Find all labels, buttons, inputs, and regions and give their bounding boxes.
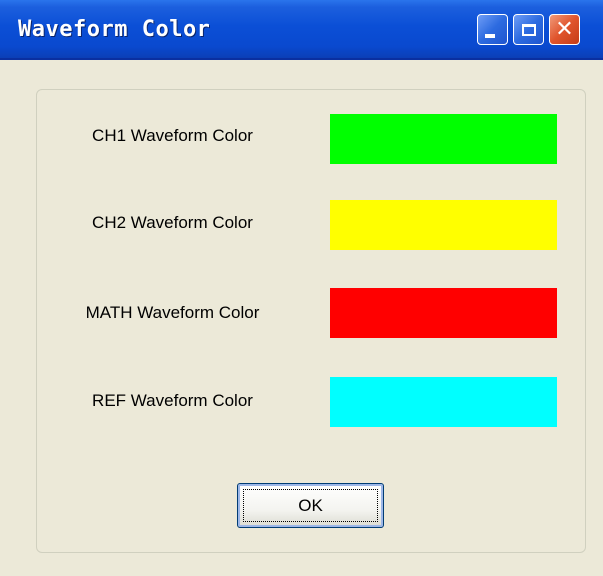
focus-rectangle [243,489,378,522]
ch2-color-swatch[interactable] [330,200,557,250]
ch1-color-swatch[interactable] [330,114,557,164]
window-title: Waveform Color [18,17,211,42]
maximize-button[interactable] [513,14,544,45]
waveform-color-dialog: Waveform Color ✕ CH1 Waveform Color CH2 … [0,0,603,576]
title-bar[interactable]: Waveform Color ✕ [0,0,603,60]
minimize-icon [484,33,495,38]
ch1-color-label: CH1 Waveform Color [92,126,253,145]
close-button[interactable]: ✕ [549,14,580,45]
ch2-color-label: CH2 Waveform Color [92,213,253,232]
math-color-label: MATH Waveform Color [85,303,260,322]
maximize-icon [521,23,536,36]
minimize-button[interactable] [477,14,508,45]
math-color-swatch[interactable] [330,288,557,338]
ok-button[interactable]: OK [237,483,384,528]
close-icon: ✕ [555,16,574,42]
ref-color-label: REF Waveform Color [92,391,253,410]
ref-color-swatch[interactable] [330,377,557,427]
